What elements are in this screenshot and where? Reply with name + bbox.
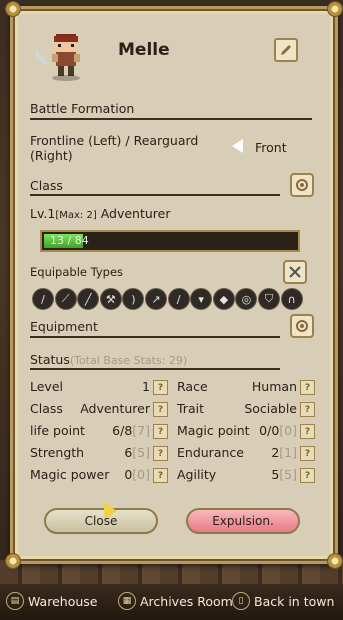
stat-value: 1 [142,379,150,394]
panel-corner-ornament [5,553,21,569]
dagger-icon: ⟋ [54,288,77,310]
stat-base-value: [5] [132,445,150,460]
equipable-toggle-button[interactable] [283,260,307,284]
divider [30,368,280,370]
stat-label: Endurance [177,445,244,460]
archives-nav[interactable]: ▦ Archives Room [118,590,233,612]
battle-formation-heading: Battle Formation [30,101,135,116]
divider [30,194,280,196]
stat-value: Human [252,379,297,394]
character-avatar [36,34,80,81]
experience-text: 13 / 84 [50,234,89,247]
level-max: [Max: 2] [55,210,97,221]
spear-icon: ↗ [145,288,167,310]
stat-value-text: Human [251,379,297,394]
equipment-heading: Equipment [30,319,98,334]
status-subtitle: (Total Base Stats: 29) [69,354,188,367]
stat-value: 2[1] [271,445,297,460]
stat-value: 5[5] [271,467,297,482]
formation-value[interactable]: Front [255,140,287,155]
stat-value: 0[0] [124,467,150,482]
status-heading: Status(Total Base Stats: 29) [30,352,187,367]
class-level-line: Lv.1[Max: 2] Adventurer [30,206,171,221]
warehouse-icon: ▤ [6,592,24,610]
stat-label: Magic point [177,423,250,438]
warehouse-nav[interactable]: ▤ Warehouse [6,590,97,612]
back-label: Back in town [254,593,335,609]
experience-bar: 13 / 84 [40,230,300,252]
stat-label: Race [177,379,208,394]
divider [30,336,280,338]
archives-label: Archives Room [140,593,233,609]
formation-toggle-arrow-icon[interactable] [232,139,243,153]
stat-label: Trait [177,401,204,416]
stat-value-text: 0/0 [259,423,280,438]
class-heading: Class [30,178,63,193]
staff-icon: ∕ [167,288,190,310]
stat-value-text: 1 [142,379,150,394]
stat-label: Magic power [30,467,110,482]
helmet-icon: ∩ [280,288,303,310]
stat-base-value: [7] [132,423,150,438]
expel-button[interactable]: Expulsion. [186,508,300,534]
panel-corner-ornament [327,1,343,17]
stat-label: Agility [177,467,217,482]
stat-value-text: 6/8 [112,423,133,438]
stat-base-value: [5] [279,467,297,482]
stat-help-button[interactable]: ? [300,402,315,417]
class-settings-button[interactable] [290,173,314,197]
stat-value: Adventurer [80,401,150,416]
equipment-settings-button[interactable] [290,314,314,338]
class-name: Adventurer [100,206,171,221]
sword-icon: / [32,288,54,310]
stat-help-button[interactable]: ? [153,424,168,439]
stat-label: Class [30,401,63,416]
formation-label: Frontline (Left) / Rearguard (Right) [30,133,199,163]
gear-icon [296,179,308,191]
stat-base-value: [1] [279,445,297,460]
stat-value-text: Sociable [244,401,297,416]
stat-label: life point [30,423,85,438]
stat-help-button[interactable]: ? [153,468,168,483]
stat-value: Sociable [244,401,297,416]
shield-icon: ⛉ [258,288,280,310]
panel-corner-ornament [5,1,21,17]
stat-help-button[interactable]: ? [153,446,168,461]
stat-help-button[interactable]: ? [300,424,315,439]
back-to-town-nav[interactable]: ▯ Back in town [232,590,334,612]
stat-help-button[interactable]: ? [153,380,168,395]
stat-value: 0/0[0] [259,423,297,438]
heavy-armor-icon: ◆ [212,288,235,310]
stat-help-button[interactable]: ? [300,446,315,461]
level-prefix: Lv.1 [30,206,56,221]
crossed-swords-icon [289,266,301,278]
stat-label: Strength [30,445,85,460]
stat-value: 6[5] [124,445,150,460]
stat-help-button[interactable]: ? [153,402,168,417]
stat-help-button[interactable]: ? [300,380,315,395]
stat-help-button[interactable]: ? [300,468,315,483]
rename-button[interactable] [274,38,298,62]
archives-icon: ▦ [118,592,136,610]
axe-icon: ⚒ [99,288,122,310]
equipable-types-label: Equipable Types [30,265,124,279]
panel-corner-ornament [327,553,343,569]
warehouse-label: Warehouse [28,593,98,609]
pencil-icon [281,45,291,55]
status-title: Status [30,352,70,367]
character-name: Melle [118,40,170,60]
stat-label: Level [30,379,63,394]
gear-icon [296,320,308,332]
stat-value: 6/8[7] [112,423,150,438]
divider [30,118,312,120]
door-icon: ▯ [232,592,250,610]
stat-value-text: Adventurer [80,401,150,416]
stat-base-value: [0] [132,467,150,482]
stat-base-value: [0] [279,423,297,438]
